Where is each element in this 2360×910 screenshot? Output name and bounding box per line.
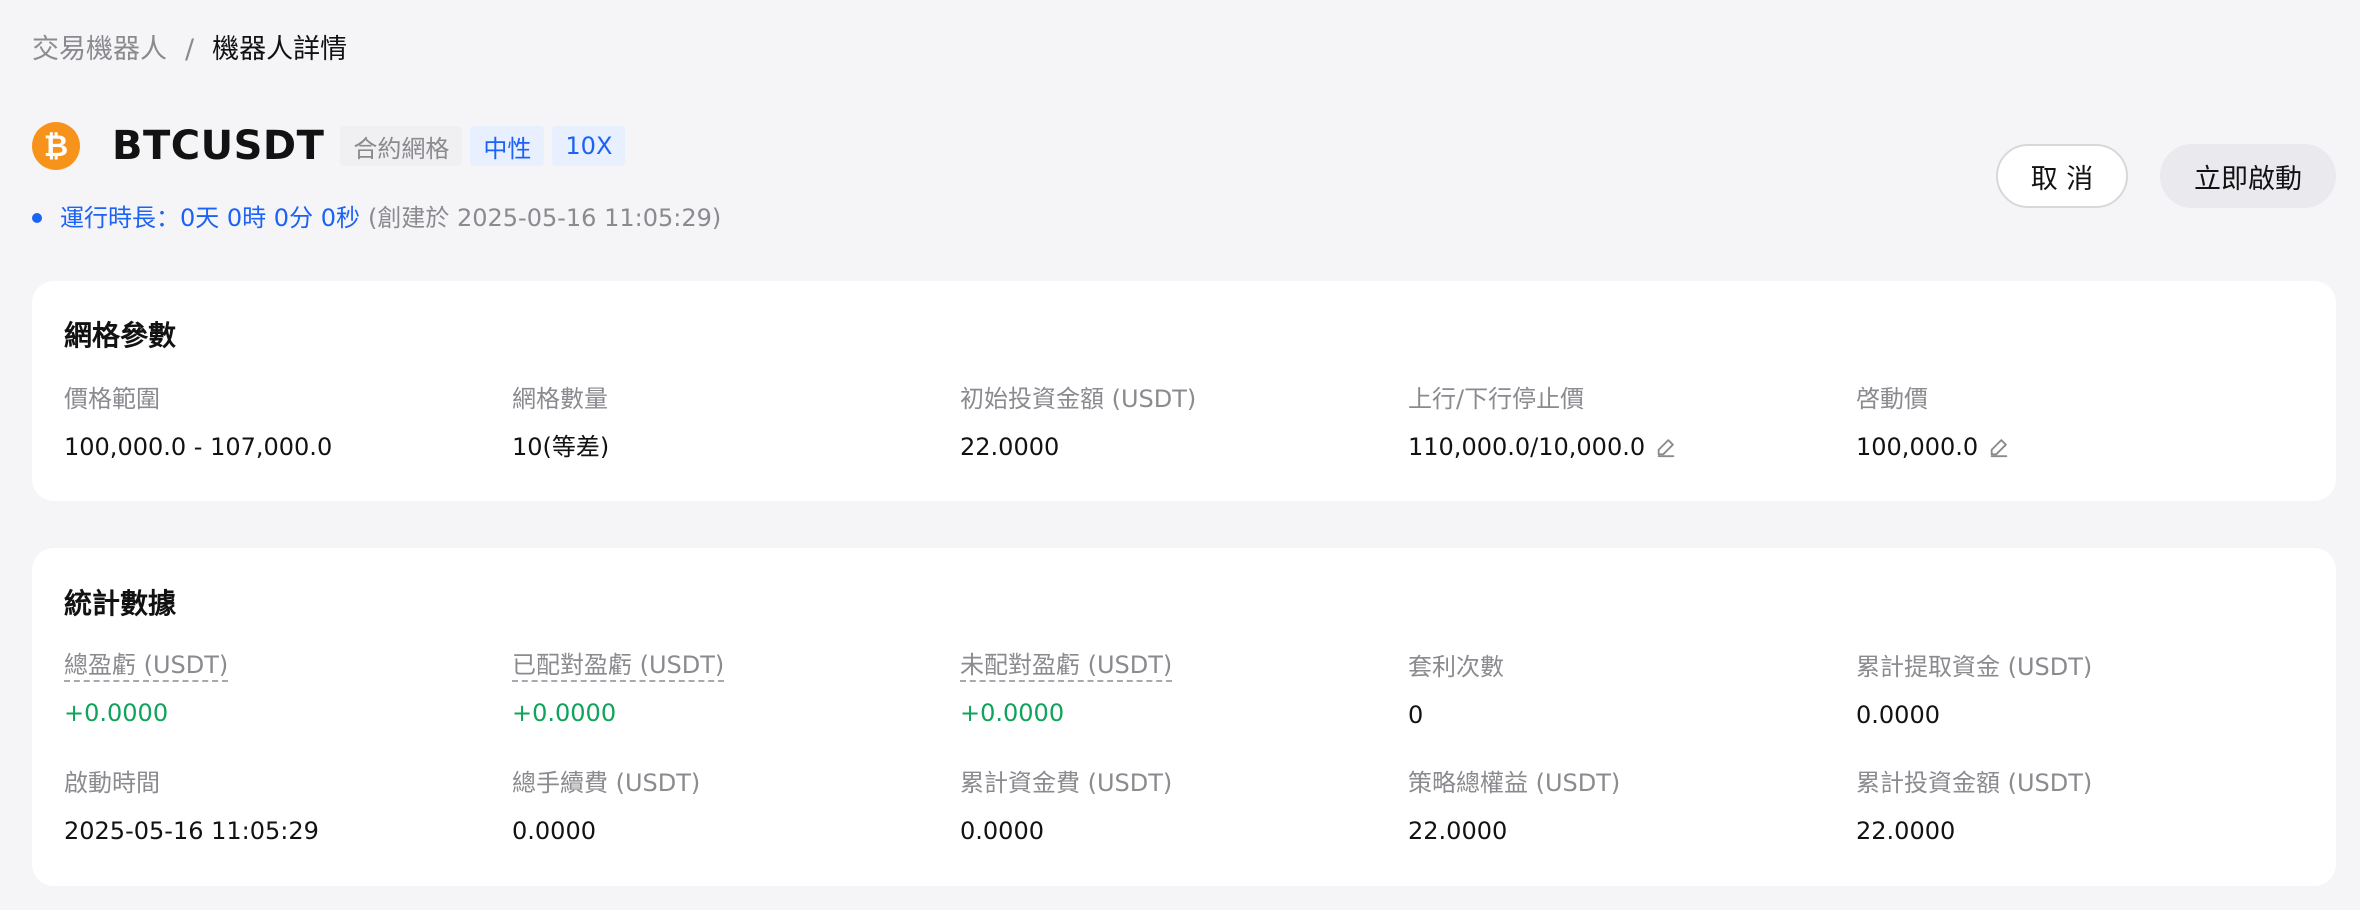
field-value: 0.0000 bbox=[512, 817, 596, 845]
grid-params-card: 網格參數 價格範圍 100,000.0 - 107,000.0 網格數量 10(… bbox=[32, 281, 2336, 501]
statistics-title: 統計數據 bbox=[64, 587, 177, 620]
field-value: +0.0000 bbox=[512, 699, 617, 727]
field-label-tooltip[interactable]: 總盈虧 (USDT) bbox=[64, 650, 229, 682]
runtime-value: 0天 0時 0分 0秒 bbox=[180, 204, 360, 232]
field-value-row: 110,000.0/10,000.0 bbox=[1408, 430, 1677, 464]
field-label: 累計投資金額 (USDT) bbox=[1856, 769, 2093, 797]
field-label: 啟動時間 bbox=[64, 769, 160, 797]
statistics-card: 統計數據 總盈虧 (USDT) +0.0000 已配對盈虧 (USDT) +0.… bbox=[32, 548, 2336, 886]
total-fees-field: 總手續費 (USDT) 0.0000 bbox=[512, 766, 700, 848]
arbitrage-count-field: 套利次數 0 bbox=[1408, 650, 1504, 732]
direction-tag: 中性 bbox=[470, 126, 545, 166]
price-range-field: 價格範圍 100,000.0 - 107,000.0 bbox=[64, 382, 332, 464]
field-label: 總手續費 (USDT) bbox=[512, 769, 701, 797]
initial-investment-field: 初始投資金額 (USDT) 22.0000 bbox=[960, 382, 1196, 464]
breadcrumb: 交易機器人 / 機器人詳情 bbox=[32, 30, 347, 70]
grid-count-field: 網格數量 10(等差) bbox=[512, 382, 609, 464]
field-value: +0.0000 bbox=[960, 699, 1065, 727]
bot-header: ₿ BTCUSDT 合約網格 中性 10X bbox=[32, 122, 626, 170]
field-value: 0.0000 bbox=[1856, 701, 1940, 729]
bitcoin-icon: ₿ bbox=[32, 122, 80, 170]
field-label: 策略總權益 (USDT) bbox=[1408, 769, 1621, 797]
field-value: 22.0000 bbox=[960, 433, 1060, 461]
breadcrumb-separator: / bbox=[185, 34, 195, 65]
cancel-button[interactable]: 取 消 bbox=[1996, 144, 2128, 208]
created-time: (創建於 2025-05-16 11:05:29) bbox=[367, 204, 722, 232]
field-label: 累計資金費 (USDT) bbox=[960, 769, 1173, 797]
matched-pnl-field: 已配對盈虧 (USDT) +0.0000 bbox=[512, 650, 725, 730]
total-equity-field: 策略總權益 (USDT) 22.0000 bbox=[1408, 766, 1620, 848]
runtime-label: 運行時長： bbox=[60, 204, 180, 232]
field-label: 上行/下行停止價 bbox=[1408, 385, 1585, 413]
field-value: 22.0000 bbox=[1408, 817, 1508, 845]
status-dot-icon bbox=[32, 213, 42, 223]
pair-symbol: BTCUSDT bbox=[112, 123, 325, 169]
runtime-info: 運行時長： 0天 0時 0分 0秒 (創建於 2025-05-16 11:05:… bbox=[32, 200, 721, 236]
field-value: 2025-05-16 11:05:29 bbox=[64, 817, 319, 845]
field-value: 22.0000 bbox=[1856, 817, 1956, 845]
start-now-button[interactable]: 立即啟動 bbox=[2160, 144, 2336, 208]
breadcrumb-trading-bots[interactable]: 交易機器人 bbox=[32, 30, 167, 70]
leverage-tag: 10X bbox=[552, 126, 626, 166]
field-value: +0.0000 bbox=[64, 699, 169, 727]
field-value: 110,000.0/10,000.0 bbox=[1408, 433, 1646, 461]
field-value: 0.0000 bbox=[960, 817, 1044, 845]
field-value: 10(等差) bbox=[512, 433, 610, 461]
field-label: 累計提取資金 (USDT) bbox=[1856, 653, 2093, 681]
field-label-tooltip[interactable]: 未配對盈虧 (USDT) bbox=[960, 650, 1173, 682]
field-label: 套利次數 bbox=[1408, 653, 1504, 681]
breadcrumb-current: 機器人詳情 bbox=[212, 34, 348, 65]
field-label: 啓動價 bbox=[1856, 385, 1928, 413]
field-label: 價格範圍 bbox=[64, 385, 160, 413]
bot-type-tag: 合約網格 bbox=[340, 126, 463, 166]
stop-price-field: 上行/下行停止價 110,000.0/10,000.0 bbox=[1408, 382, 1677, 464]
field-value: 0 bbox=[1408, 701, 1424, 729]
total-pnl-field: 總盈虧 (USDT) +0.0000 bbox=[64, 650, 229, 730]
field-label-tooltip[interactable]: 已配對盈虧 (USDT) bbox=[512, 650, 725, 682]
field-value: 100,000.0 bbox=[1856, 433, 1979, 461]
field-label: 網格數量 bbox=[512, 385, 608, 413]
grid-params-title: 網格參數 bbox=[64, 319, 177, 352]
total-investment-field: 累計投資金額 (USDT) 22.0000 bbox=[1856, 766, 2092, 848]
unmatched-pnl-field: 未配對盈虧 (USDT) +0.0000 bbox=[960, 650, 1173, 730]
start-price-field: 啓動價 100,000.0 bbox=[1856, 382, 2010, 464]
funding-fees-field: 累計資金費 (USDT) 0.0000 bbox=[960, 766, 1172, 848]
field-value-row: 100,000.0 bbox=[1856, 430, 2010, 464]
field-label: 初始投資金額 (USDT) bbox=[960, 385, 1197, 413]
edit-start-price-icon[interactable] bbox=[1988, 436, 2010, 458]
start-time-field: 啟動時間 2025-05-16 11:05:29 bbox=[64, 766, 319, 848]
withdrawn-funds-field: 累計提取資金 (USDT) 0.0000 bbox=[1856, 650, 2092, 732]
edit-stop-price-icon[interactable] bbox=[1655, 436, 1677, 458]
bot-detail-page: 交易機器人 / 機器人詳情 ₿ BTCUSDT 合約網格 中性 10X 運行時長… bbox=[0, 0, 2360, 910]
field-value: 100,000.0 - 107,000.0 bbox=[64, 433, 333, 461]
